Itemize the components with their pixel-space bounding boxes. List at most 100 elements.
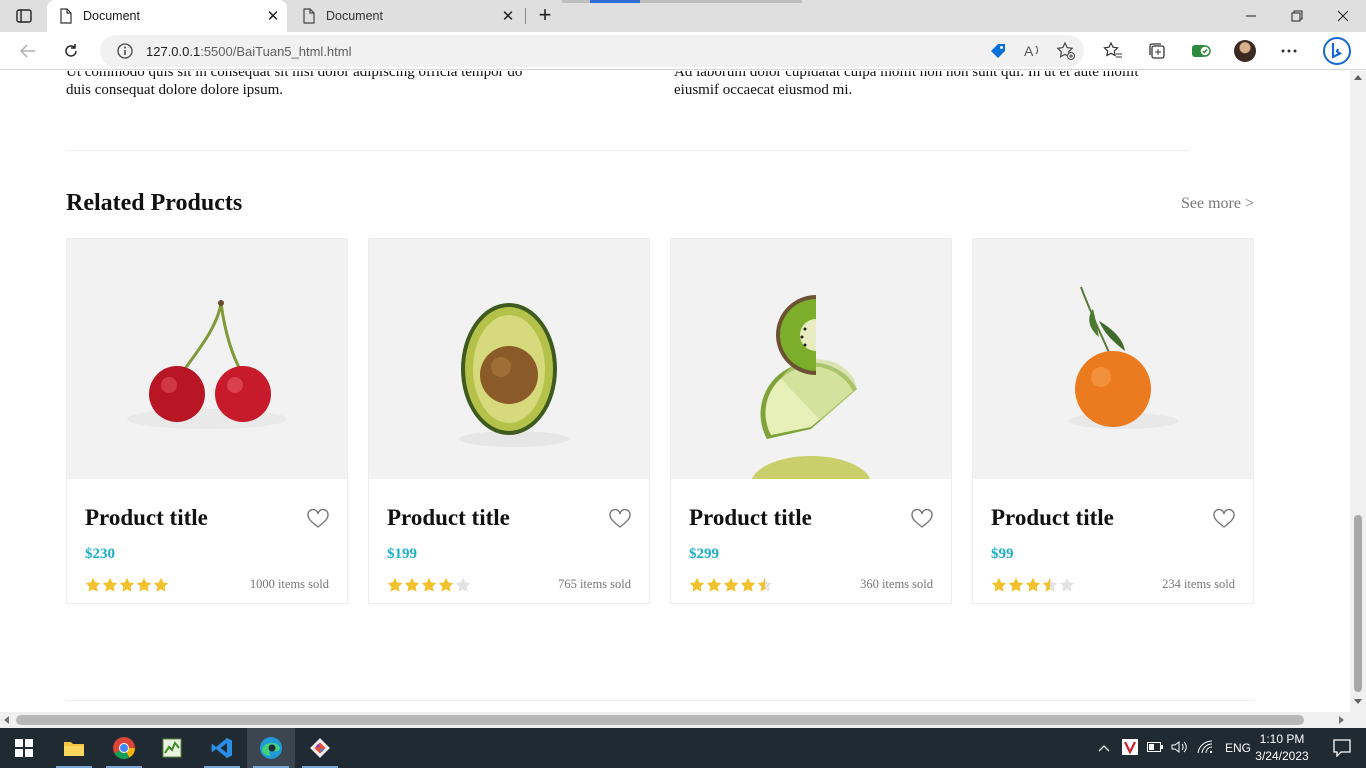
vscode-icon[interactable] <box>198 728 246 768</box>
scroll-thumb[interactable] <box>1354 515 1362 692</box>
paragraph-right: Ad laborum dolor cupidatat culpa mollit … <box>674 71 1174 99</box>
horizontal-scrollbar[interactable] <box>0 712 1350 728</box>
product-title[interactable]: Product title <box>387 505 510 531</box>
vertical-scrollbar[interactable] <box>1350 71 1366 712</box>
url-text[interactable]: 127.0.0.1:5500/BaiTuan5_html.html <box>146 44 352 59</box>
profile-avatar[interactable] <box>1228 37 1262 65</box>
scroll-down-icon[interactable] <box>1354 699 1362 704</box>
heart-icon[interactable] <box>609 509 631 529</box>
paragraph-right-line1: Ad laborum dolor cupidatat culpa mollit … <box>674 71 1139 80</box>
product-card[interactable]: Product title $299 360 items sold <box>670 238 952 604</box>
address-toolbar: 127.0.0.1:5500/BaiTuan5_html.html A <box>0 32 1366 70</box>
product-price: $99 <box>991 546 1014 562</box>
rating-stars <box>387 577 471 593</box>
edge-icon[interactable] <box>247 728 295 768</box>
product-card[interactable]: Product title $230 1000 items sold <box>66 238 348 604</box>
clock[interactable]: 1:10 PM 3/24/2023 <box>1252 731 1312 765</box>
address-bar[interactable]: 127.0.0.1:5500/BaiTuan5_html.html A <box>100 35 1084 67</box>
scroll-left-icon[interactable] <box>4 716 9 724</box>
star-icon <box>421 577 437 592</box>
product-card[interactable]: Product title $99 234 items sold <box>972 238 1254 604</box>
product-card[interactable]: Product title $199 765 items sold <box>368 238 650 604</box>
clock-date: 3/24/2023 <box>1255 749 1309 763</box>
product-title[interactable]: Product title <box>689 505 812 531</box>
product-price: $230 <box>85 546 115 562</box>
chrome-icon[interactable] <box>100 728 148 768</box>
tab-document-active[interactable]: Document ✕ <box>47 0 287 32</box>
product-price: $199 <box>387 546 417 562</box>
product-image-cherries[interactable] <box>67 239 347 479</box>
star-icon <box>1059 577 1075 592</box>
close-tab-icon[interactable]: ✕ <box>494 7 522 25</box>
task-manager-icon[interactable] <box>148 728 196 768</box>
favorites-icon[interactable] <box>1096 37 1130 65</box>
bing-chat-icon[interactable] <box>1320 36 1354 66</box>
close-tab-icon[interactable]: ✕ <box>259 7 287 25</box>
paragraph-left-line2: duis consequat dolore dolore ipsum. <box>66 82 284 98</box>
windows-start-icon[interactable] <box>0 728 48 768</box>
items-sold: 234 items sold <box>1162 577 1235 591</box>
star-icon <box>1025 577 1041 592</box>
antivirus-icon[interactable] <box>1122 738 1138 758</box>
close-window-button[interactable] <box>1320 0 1366 32</box>
chevron-up-icon[interactable] <box>1098 741 1112 755</box>
wifi-icon[interactable] <box>1197 739 1213 757</box>
items-sold: 765 items sold <box>558 577 631 591</box>
tab-actions-icon[interactable] <box>8 6 40 26</box>
star-icon <box>740 577 756 592</box>
shopping-tag-icon[interactable] <box>988 41 1008 61</box>
product-image-tangerine[interactable] <box>973 239 1253 479</box>
collections-icon[interactable] <box>1140 37 1174 65</box>
see-more-link[interactable]: See more > <box>1181 195 1254 213</box>
product-image-avocado[interactable] <box>369 239 649 479</box>
rating-stars <box>689 577 773 593</box>
system-tray: ENG <box>1098 728 1251 768</box>
star-icon <box>136 577 152 592</box>
star-icon <box>1008 577 1024 592</box>
star-icon <box>455 577 471 592</box>
new-tab-button[interactable]: + <box>533 4 557 28</box>
tab-document-inactive[interactable]: Document ✕ <box>290 0 522 32</box>
scroll-right-icon[interactable] <box>1339 716 1344 724</box>
heart-icon[interactable] <box>1213 509 1235 529</box>
product-price: $299 <box>689 546 719 562</box>
extension-icon[interactable] <box>1184 37 1218 65</box>
tab-title: Document <box>83 9 140 23</box>
language-indicator[interactable]: ENG <box>1225 741 1251 755</box>
paragraph-right-line2: eiusmif occaecat eiusmod mi. <box>674 82 853 98</box>
battery-icon[interactable] <box>1147 741 1163 755</box>
star-icon <box>757 577 773 592</box>
star-icon <box>404 577 420 592</box>
scroll-corner <box>1350 712 1366 728</box>
restore-button[interactable] <box>1274 0 1320 32</box>
product-title[interactable]: Product title <box>85 505 208 531</box>
heart-icon[interactable] <box>911 509 933 529</box>
refresh-button[interactable] <box>57 37 85 65</box>
star-icon <box>706 577 722 592</box>
add-favorite-icon[interactable] <box>1056 41 1076 61</box>
product-title[interactable]: Product title <box>991 505 1114 531</box>
tab-title: Document <box>326 9 383 23</box>
file-explorer-icon[interactable] <box>50 728 98 768</box>
heart-icon[interactable] <box>307 509 329 529</box>
star-icon <box>153 577 169 592</box>
notifications-icon[interactable] <box>1318 728 1366 768</box>
clock-time: 1:10 PM <box>1259 732 1305 746</box>
product-image-kiwi-lime[interactable] <box>671 239 951 479</box>
star-icon <box>85 577 101 592</box>
minimize-button[interactable] <box>1228 0 1274 32</box>
url-path: :5500/BaiTuan5_html.html <box>200 43 352 59</box>
paragraph-left-line1: Ut commodo quis sit in consequat sit nis… <box>66 71 523 80</box>
loading-indicator <box>562 0 802 3</box>
tab-strip: Document ✕ Document ✕ + <box>0 0 1366 32</box>
items-sold: 1000 items sold <box>249 577 329 591</box>
rating-stars <box>991 577 1075 593</box>
back-button[interactable] <box>14 37 42 65</box>
scroll-thumb[interactable] <box>16 715 1304 725</box>
scroll-up-icon[interactable] <box>1354 75 1362 80</box>
more-options-icon[interactable] <box>1272 37 1306 65</box>
volume-icon[interactable] <box>1171 740 1189 757</box>
read-aloud-icon[interactable]: A <box>1022 41 1042 61</box>
git-icon[interactable] <box>296 728 344 768</box>
info-icon[interactable] <box>116 42 134 60</box>
